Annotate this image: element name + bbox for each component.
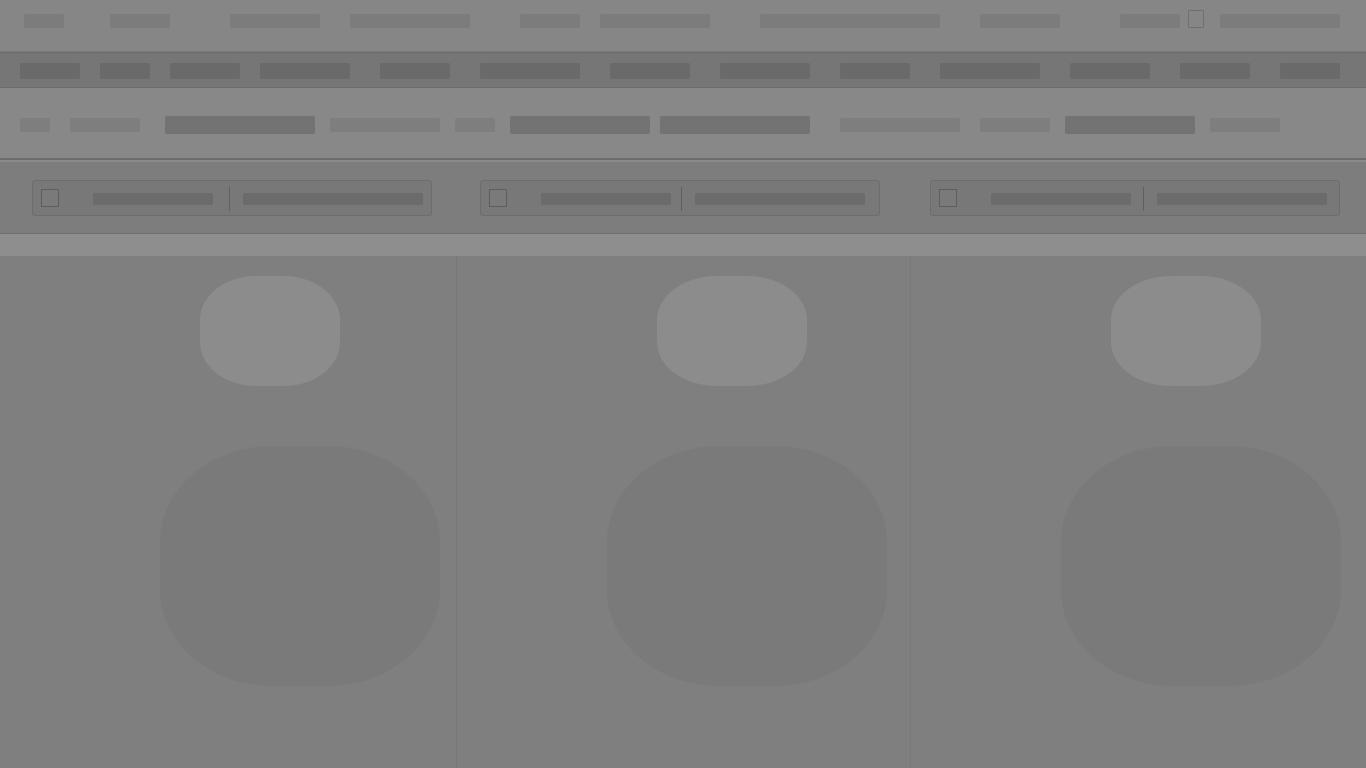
menu-item[interactable] <box>1180 63 1250 79</box>
top-bar-item[interactable] <box>980 14 1060 28</box>
top-bar <box>0 0 1366 52</box>
image-gallery <box>0 256 1366 768</box>
divider <box>229 187 230 211</box>
top-bar-item[interactable] <box>24 14 64 28</box>
filter-item[interactable] <box>660 116 810 134</box>
card-header-text <box>93 193 213 205</box>
image-region <box>1111 276 1261 386</box>
filter-item[interactable] <box>330 118 440 132</box>
gallery-panel <box>457 256 910 768</box>
card-header[interactable] <box>930 180 1340 216</box>
gallery-image[interactable] <box>911 256 1366 768</box>
divider <box>681 187 682 211</box>
select-checkbox[interactable] <box>41 189 59 207</box>
card-header-text <box>541 193 671 205</box>
select-checkbox[interactable] <box>939 189 957 207</box>
filter-bar <box>0 88 1366 160</box>
card-header[interactable] <box>32 180 432 216</box>
filter-item[interactable] <box>20 118 50 132</box>
card-header-text <box>695 193 865 205</box>
top-bar-item[interactable] <box>1220 14 1340 28</box>
menu-item[interactable] <box>480 63 580 79</box>
menu-item[interactable] <box>720 63 810 79</box>
divider <box>1143 187 1144 211</box>
menu-item[interactable] <box>610 63 690 79</box>
filter-item[interactable] <box>70 118 140 132</box>
image-region <box>1061 446 1341 686</box>
filter-item[interactable] <box>165 116 315 134</box>
menu-bar <box>0 52 1366 88</box>
menu-item[interactable] <box>20 63 80 79</box>
card-header-strip <box>0 162 1366 234</box>
card-header-text <box>991 193 1131 205</box>
filter-item[interactable] <box>455 118 495 132</box>
image-region <box>607 446 887 686</box>
gallery-image[interactable] <box>0 256 456 768</box>
gallery-panel <box>0 256 456 768</box>
menu-item[interactable] <box>170 63 240 79</box>
spacer <box>0 234 1366 256</box>
menu-item[interactable] <box>840 63 910 79</box>
top-bar-item[interactable] <box>760 14 940 28</box>
menu-item[interactable] <box>380 63 450 79</box>
card-header-text <box>1157 193 1327 205</box>
filter-item[interactable] <box>840 118 960 132</box>
menu-item[interactable] <box>1070 63 1150 79</box>
top-bar-item[interactable] <box>110 14 170 28</box>
card-header[interactable] <box>480 180 880 216</box>
top-bar-item[interactable] <box>230 14 320 28</box>
card-header-text <box>243 193 423 205</box>
gallery-panel <box>911 256 1366 768</box>
filter-item[interactable] <box>980 118 1050 132</box>
filter-item[interactable] <box>1065 116 1195 134</box>
top-bar-item[interactable] <box>600 14 710 28</box>
menu-icon[interactable] <box>1188 10 1204 28</box>
top-bar-item[interactable] <box>1120 14 1180 28</box>
menu-item[interactable] <box>940 63 1040 79</box>
menu-item[interactable] <box>100 63 150 79</box>
image-region <box>200 276 340 386</box>
select-checkbox[interactable] <box>489 189 507 207</box>
menu-item[interactable] <box>260 63 350 79</box>
menu-item[interactable] <box>1280 63 1340 79</box>
top-bar-item[interactable] <box>520 14 580 28</box>
image-region <box>657 276 807 386</box>
filter-item[interactable] <box>1210 118 1280 132</box>
image-region <box>160 446 440 686</box>
gallery-image[interactable] <box>457 256 910 768</box>
top-bar-item[interactable] <box>350 14 470 28</box>
filter-item[interactable] <box>510 116 650 134</box>
